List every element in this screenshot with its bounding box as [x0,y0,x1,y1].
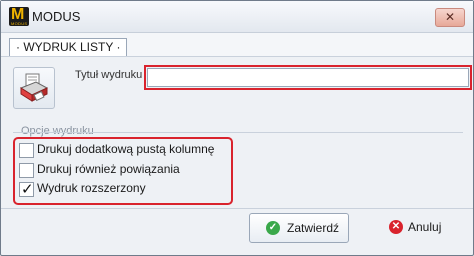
window-title: MODUS [32,9,81,24]
title-input[interactable] [144,65,472,90]
checkmark-icon: ✓ [21,180,34,198]
tab-bar: · WYDRUK LISTY · [1,33,473,57]
printer-icon [19,73,49,102]
option-label: Drukuj również powiązania [37,162,180,176]
app-logo-subtext: MODUS [11,21,28,26]
footer-divider [1,208,473,209]
cancel-label: Anuluj [408,220,442,234]
title-field-label: Tytuł wydruku [75,69,143,81]
option-label: Drukuj dodatkową pustą kolumnę [37,142,215,156]
option-label: Wydruk rozszerzony [37,181,146,195]
checkbox[interactable] [19,163,34,178]
confirm-button[interactable]: ✓ Zatwierdź [249,213,349,243]
tab-wydruk-listy[interactable]: · WYDRUK LISTY · [9,38,128,56]
confirm-label: Zatwierdź [287,221,340,235]
close-icon: ✕ [444,10,456,24]
tab-divider [1,56,473,57]
cancel-button[interactable]: ✕ Anuluj [383,213,453,241]
checkbox[interactable] [19,143,34,158]
title-bar: M MODUS MODUS ✕ [1,1,473,33]
checkbox-checked[interactable]: ✓ [19,180,34,198]
app-logo-icon: M MODUS [9,6,29,26]
check-circle-icon: ✓ [266,221,280,235]
dialog-window: M MODUS MODUS ✕ · WYDRUK LISTY · Tytuł w… [0,0,474,256]
close-button[interactable]: ✕ [435,8,465,27]
print-button[interactable] [13,67,55,109]
x-circle-icon: ✕ [389,220,403,234]
